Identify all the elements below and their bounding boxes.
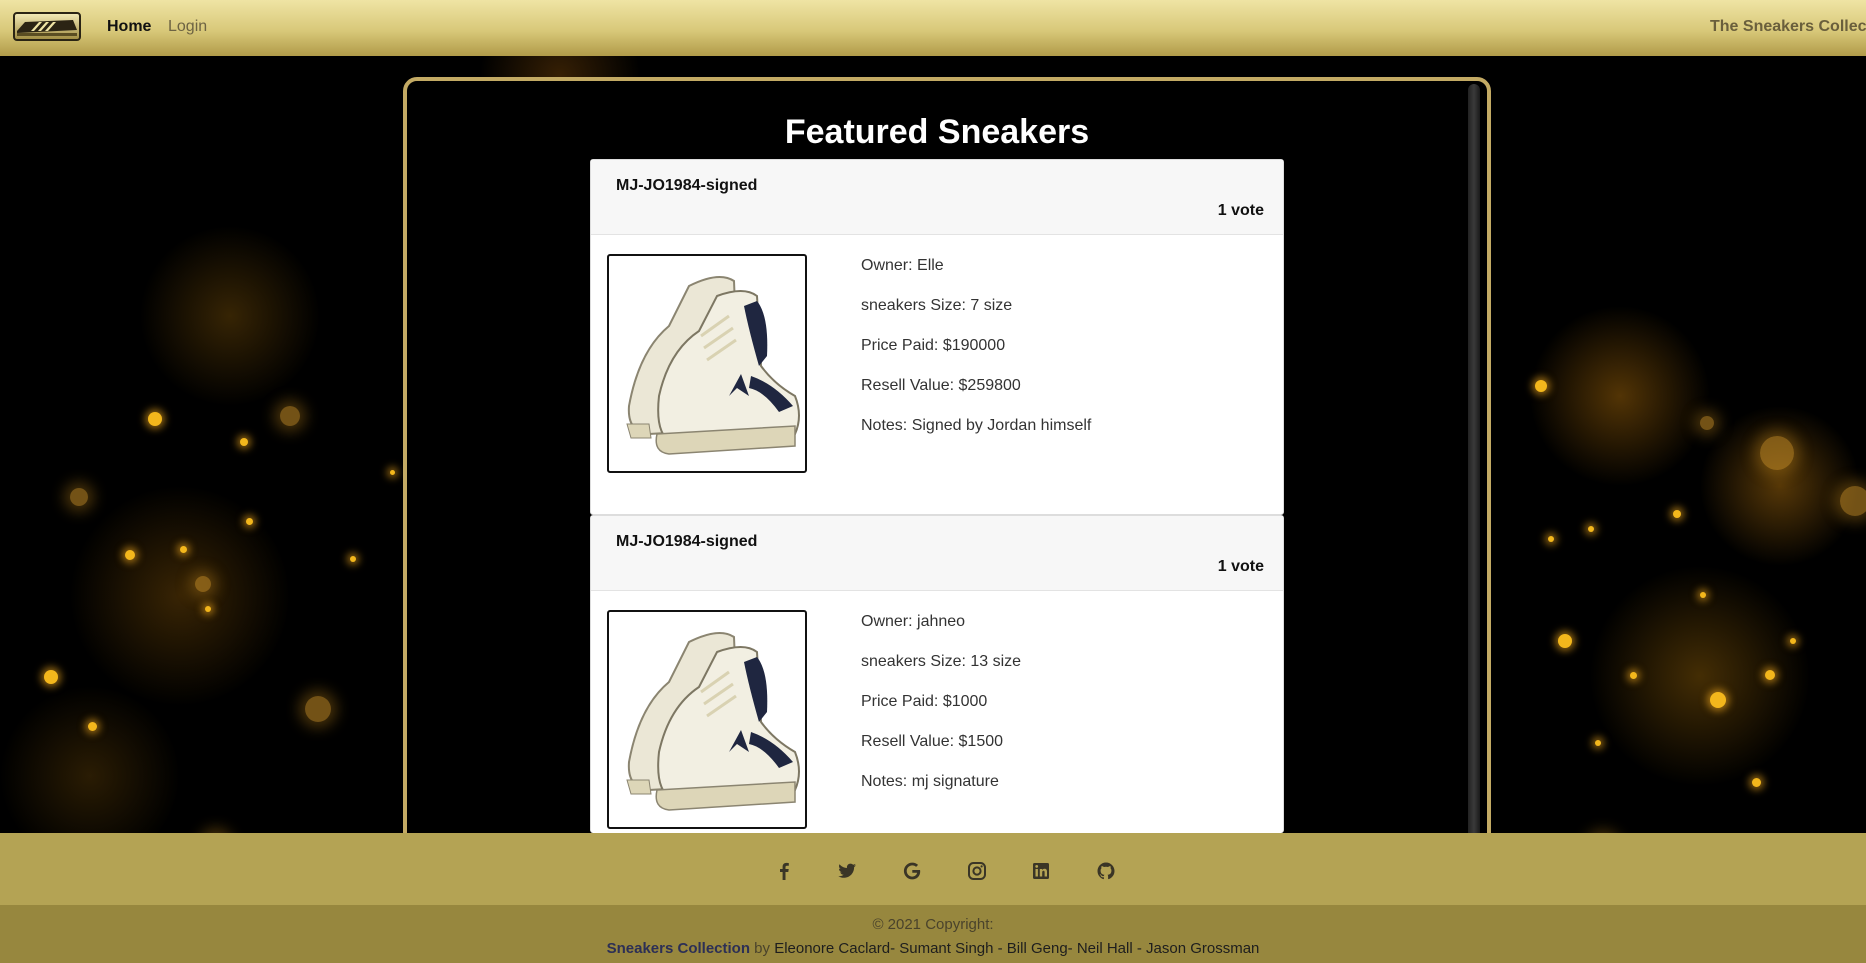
- sneaker-card: MJ-JO1984-signed 1 vote Owner: jahneo sn…: [590, 515, 1284, 833]
- bokeh-dot: [1752, 778, 1761, 787]
- vote-count[interactable]: 1 vote: [1218, 558, 1264, 576]
- bokeh-dot: [1673, 510, 1681, 518]
- bokeh-dot: [305, 696, 331, 722]
- price-paid-text: Price Paid: $190000: [861, 337, 1006, 354]
- authors-text: Eleonore Caclard- Sumant Singh - Bill Ge…: [774, 940, 1260, 957]
- bokeh-dot: [1558, 634, 1572, 648]
- bokeh-dot: [1595, 740, 1601, 746]
- sneaker-image[interactable]: [607, 610, 807, 829]
- nav-home-link[interactable]: Home: [107, 18, 151, 36]
- sneaker-card: MJ-JO1984-signed 1 vote Owner: Elle snea…: [590, 159, 1284, 515]
- bokeh-dot: [1548, 536, 1554, 542]
- site-name-link[interactable]: Sneakers Collection: [607, 940, 750, 957]
- bokeh-dot: [1700, 416, 1714, 430]
- size-text: sneakers Size: 7 size: [861, 297, 1013, 314]
- bokeh-dot: [1760, 436, 1794, 470]
- bokeh-dot: [1535, 380, 1547, 392]
- footer-social-bar: [0, 833, 1866, 905]
- bokeh-dot: [1588, 526, 1594, 532]
- bokeh-dot: [148, 412, 162, 426]
- github-icon[interactable]: [1093, 858, 1119, 884]
- nav-login-link[interactable]: Login: [168, 18, 207, 36]
- twitter-icon[interactable]: [834, 858, 860, 884]
- instagram-icon[interactable]: [964, 858, 990, 884]
- by-text: by: [754, 940, 771, 957]
- bokeh-dot: [1765, 670, 1775, 680]
- bokeh-dot: [44, 670, 58, 684]
- card-header: MJ-JO1984-signed 1 vote: [591, 516, 1283, 591]
- notes-text: Notes: Signed by Jordan himself: [861, 417, 1092, 434]
- vote-count[interactable]: 1 vote: [1218, 202, 1264, 220]
- credits-line: Sneakers Collection by Eleonore Caclard-…: [0, 940, 1866, 957]
- resell-value-text: Resell Value: $259800: [861, 377, 1021, 394]
- bokeh-dot: [195, 576, 211, 592]
- footer-credits: © 2021 Copyright: Sneakers Collection by…: [0, 905, 1866, 963]
- linkedin-icon[interactable]: [1028, 858, 1054, 884]
- card-body: Owner: jahneo sneakers Size: 13 size Pri…: [591, 591, 1283, 871]
- bokeh-dot: [240, 438, 248, 446]
- bokeh-dot: [350, 556, 356, 562]
- sneaker-name[interactable]: MJ-JO1984-signed: [616, 533, 757, 551]
- sneaker-logo-icon[interactable]: [13, 12, 81, 41]
- card-header: MJ-JO1984-signed 1 vote: [591, 160, 1283, 235]
- bokeh-dot: [1700, 592, 1706, 598]
- site-brand-text[interactable]: The Sneakers Collect: [1710, 18, 1866, 36]
- bokeh-dot: [1840, 486, 1866, 516]
- bokeh-dot: [1710, 692, 1726, 708]
- owner-text: Owner: jahneo: [861, 613, 966, 630]
- bokeh-dot: [88, 722, 97, 731]
- notes-text: Notes: mj signature: [861, 773, 999, 790]
- bokeh-dot: [180, 546, 187, 553]
- panel-scrollbar[interactable]: [1468, 84, 1480, 844]
- bokeh-dot: [280, 406, 300, 426]
- owner-text: Owner: Elle: [861, 257, 944, 274]
- page-title: Featured Sneakers: [784, 113, 1090, 151]
- bokeh-dot: [70, 488, 88, 506]
- bokeh-dot: [125, 550, 135, 560]
- copyright-text: © 2021 Copyright:: [872, 916, 994, 933]
- card-body: Owner: Elle sneakers Size: 7 size Price …: [591, 235, 1283, 515]
- sneaker-name[interactable]: MJ-JO1984-signed: [616, 177, 757, 195]
- resell-value-text: Resell Value: $1500: [861, 733, 1004, 750]
- top-navbar: Home Login The Sneakers Collect: [0, 0, 1866, 56]
- bokeh-dot: [1790, 638, 1796, 644]
- facebook-icon[interactable]: [771, 858, 797, 884]
- bokeh-dot: [390, 470, 395, 475]
- bokeh-dot: [246, 518, 253, 525]
- bokeh-dot: [1630, 672, 1637, 679]
- price-paid-text: Price Paid: $1000: [861, 693, 988, 710]
- size-text: sneakers Size: 13 size: [861, 653, 1022, 670]
- google-icon[interactable]: [899, 858, 925, 884]
- bokeh-dot: [205, 606, 211, 612]
- sneaker-image[interactable]: [607, 254, 807, 473]
